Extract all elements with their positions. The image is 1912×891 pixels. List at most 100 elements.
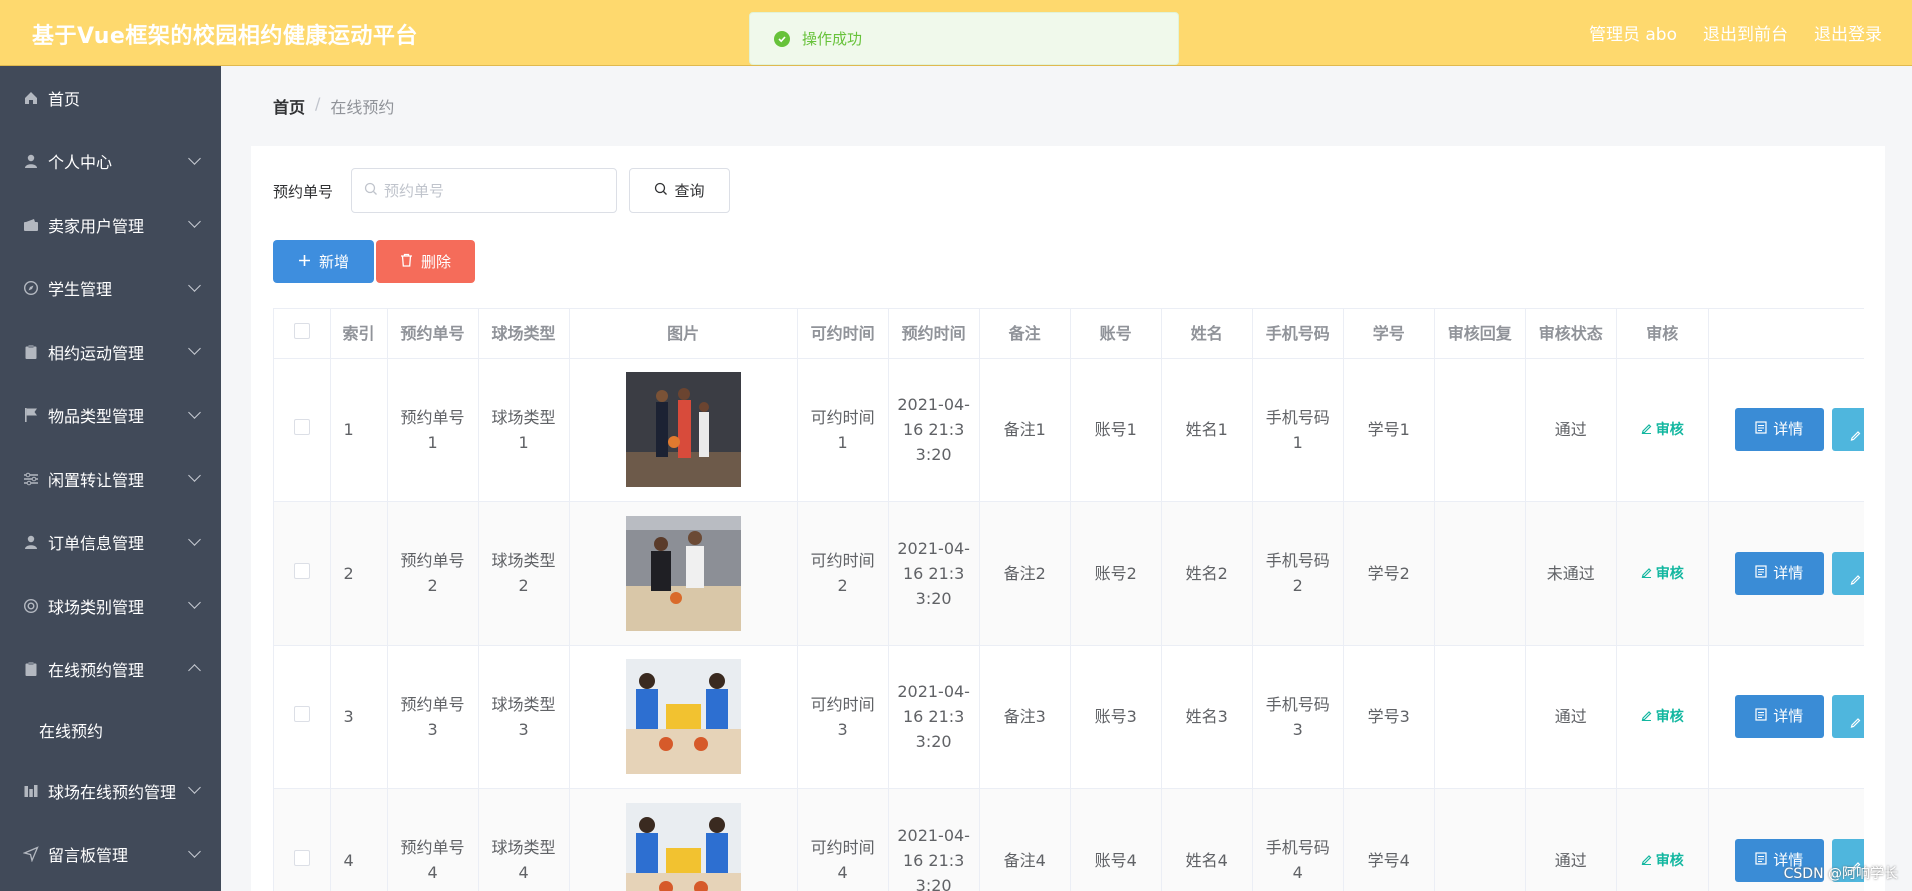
sidebar-item-label: 相约运动管理: [48, 343, 145, 363]
kids-basketball-photo[interactable]: [625, 802, 741, 891]
audit-link[interactable]: 审核: [1641, 849, 1684, 874]
exit-to-frontend-link[interactable]: 退出到前台: [1703, 20, 1788, 45]
column-header: 审核状态: [1525, 309, 1617, 359]
row-checkbox[interactable]: [293, 849, 310, 866]
sidebar-item-court-booking-mgmt[interactable]: 球场在线预约管理: [0, 759, 221, 823]
phone-cell: 手机号码2: [1252, 501, 1344, 646]
edit-icon: [1850, 567, 1861, 592]
booking-table: 索引 预约单号 球场类型 图片 可约时间 预约时间 备注 账号 姓名 手机号码 …: [273, 308, 1864, 891]
reply-cell: [1434, 501, 1526, 646]
index-cell: 2: [330, 501, 388, 646]
audit-link-label: 审核: [1655, 852, 1684, 869]
sidebar-item-label: 球场在线预约管理: [48, 782, 177, 802]
breadcrumb-current: 在线预约: [330, 98, 395, 117]
edit-icon: [1641, 562, 1652, 587]
sidebar-item-sports-meetup[interactable]: 相约运动管理: [0, 320, 221, 384]
column-header: 球场类型: [478, 309, 570, 359]
edit-icon: [1850, 710, 1861, 735]
sidebar-item-students[interactable]: 学生管理: [0, 257, 221, 321]
student-no-cell: 学号3: [1343, 645, 1435, 789]
edit-button[interactable]: [1831, 551, 1864, 595]
admin-user-label[interactable]: 管理员 abo: [1589, 20, 1677, 45]
sidebar-item-court-categories[interactable]: 球场类别管理: [0, 574, 221, 638]
audit-link-label: 审核: [1655, 422, 1684, 439]
edit-button[interactable]: [1831, 408, 1864, 452]
note-cell: 备注4: [979, 788, 1071, 891]
column-header: 手机号码: [1252, 309, 1344, 359]
court-type-cell: 球场类型4: [478, 788, 570, 891]
select-all-checkbox[interactable]: [293, 322, 310, 339]
court-type-cell: 球场类型3: [478, 645, 570, 789]
sidebar-item-idle-transfer[interactable]: 闲置转让管理: [0, 447, 221, 511]
column-header: 预约时间: [888, 309, 980, 359]
basketball-players-photo[interactable]: [625, 372, 741, 488]
detail-button[interactable]: 详情: [1734, 408, 1824, 452]
account-cell: 账号4: [1070, 788, 1162, 891]
row-select-cell[interactable]: [274, 645, 331, 789]
add-button[interactable]: 新增: [273, 240, 374, 283]
reply-cell: [1434, 358, 1526, 502]
note-cell: 备注3: [979, 645, 1071, 789]
sidebar-item-online-booking-mgmt[interactable]: 在线预约管理: [0, 638, 221, 702]
sidebar-item-label: 首页: [48, 89, 81, 109]
sidebar-item-personal-center[interactable]: 个人中心: [0, 130, 221, 194]
detail-button-label: 详情: [1773, 563, 1804, 582]
phone-cell: 手机号码1: [1252, 358, 1344, 502]
column-header: 学号: [1343, 309, 1435, 359]
audit-link-label: 审核: [1655, 709, 1684, 726]
account-cell: 账号3: [1070, 645, 1162, 789]
index-cell: 1: [330, 358, 388, 502]
edit-button[interactable]: [1831, 695, 1864, 739]
detail-button[interactable]: 详情: [1734, 695, 1824, 739]
audit-link[interactable]: 审核: [1641, 418, 1684, 443]
sidebar-subitem-label: 在线预约: [39, 722, 104, 741]
sidebar-item-home[interactable]: 首页: [0, 66, 221, 130]
sidebar-subitem-online-booking[interactable]: 在线预约: [0, 701, 221, 759]
sidebar-item-message-board[interactable]: 留言板管理: [0, 823, 221, 887]
sidebar-item-item-types[interactable]: 物品类型管理: [0, 384, 221, 448]
photo-cell: [569, 501, 798, 646]
kids-basketball-photo[interactable]: [625, 659, 741, 775]
search-input[interactable]: [384, 181, 594, 200]
search-icon: [364, 181, 378, 200]
row-checkbox[interactable]: [293, 706, 310, 723]
book-time-cell: 2021-04-16 21:33:20: [888, 788, 980, 891]
status-cell: 未通过: [1525, 501, 1617, 646]
row-checkbox[interactable]: [293, 419, 310, 436]
column-header: 备注: [979, 309, 1071, 359]
audit-link[interactable]: 审核: [1641, 705, 1684, 730]
document-icon: [1755, 848, 1767, 873]
audit-link[interactable]: 审核: [1641, 562, 1684, 587]
query-button[interactable]: 查询: [629, 168, 730, 213]
delete-button-label: 删除: [420, 253, 451, 271]
check-circle-icon: [774, 30, 790, 47]
column-header: 索引: [330, 309, 388, 359]
lifebuoy-icon: [22, 597, 40, 615]
breadcrumb-home[interactable]: 首页: [273, 94, 305, 118]
row-select-cell[interactable]: [274, 358, 331, 502]
basketball-dribble-photo[interactable]: [625, 515, 741, 631]
phone-cell: 手机号码4: [1252, 788, 1344, 891]
search-field[interactable]: [351, 168, 617, 213]
sidebar-item-orders[interactable]: 订单信息管理: [0, 511, 221, 575]
detail-button[interactable]: 详情: [1734, 551, 1824, 595]
chevron-down-icon: [188, 405, 201, 419]
row-select-cell[interactable]: [274, 788, 331, 891]
wallet-icon: [22, 216, 40, 234]
trash-icon: [400, 253, 413, 271]
delete-button[interactable]: 删除: [376, 240, 475, 283]
user-icon: [22, 152, 40, 170]
add-button-label: 新增: [318, 253, 349, 271]
sidebar-item-seller-users[interactable]: 卖家用户管理: [0, 193, 221, 257]
operations-cell: 详情: [1708, 501, 1864, 646]
audit-cell: 审核: [1616, 645, 1709, 789]
success-toast: 操作成功: [749, 12, 1179, 65]
sidebar-item-label: 球场类别管理: [48, 597, 145, 617]
sidebar-item-label: 订单信息管理: [48, 534, 145, 554]
sidebar-item-label: 物品类型管理: [48, 407, 145, 427]
column-header: 审核: [1616, 309, 1709, 359]
logout-link[interactable]: 退出登录: [1814, 20, 1882, 45]
row-checkbox[interactable]: [293, 562, 310, 579]
select-all-header[interactable]: [274, 309, 331, 359]
row-select-cell[interactable]: [274, 501, 331, 646]
